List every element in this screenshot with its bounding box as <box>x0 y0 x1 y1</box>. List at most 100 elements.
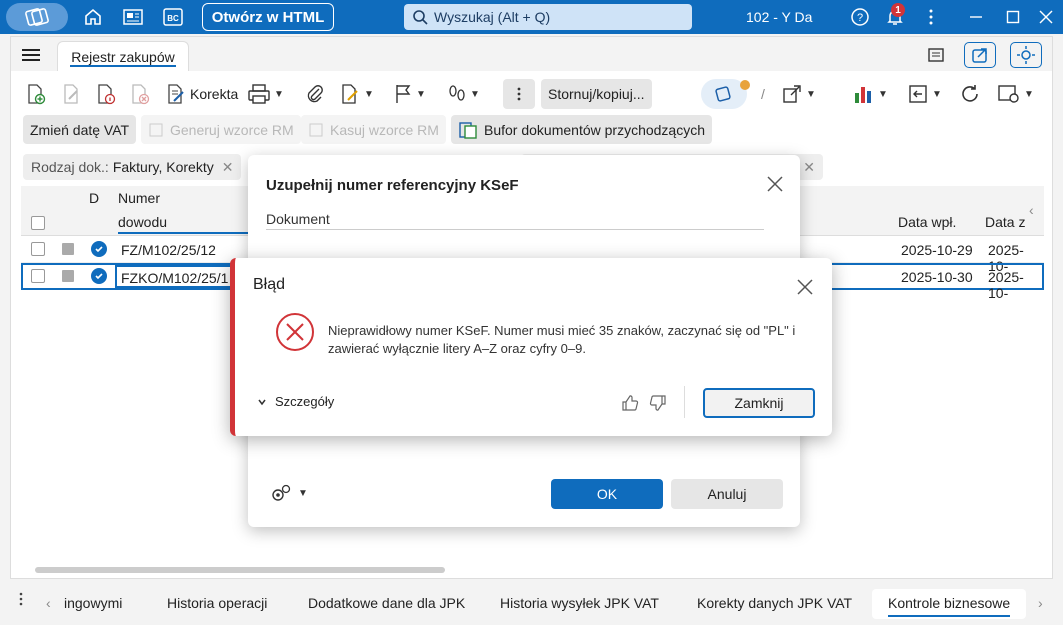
open-in-html-button[interactable]: Otwórz w HTML <box>202 3 334 31</box>
close-window-icon[interactable] <box>1035 6 1057 28</box>
close-icon[interactable]: ✕ <box>222 159 234 176</box>
sun-theme-icon[interactable] <box>1010 42 1042 68</box>
column-number[interactable]: Numer <box>118 190 160 206</box>
home-icon[interactable] <box>78 4 108 30</box>
drag-handle-icon[interactable] <box>18 591 24 610</box>
tab-jpk-corrections[interactable]: Korekty danych JPK VAT <box>697 595 852 611</box>
company-selector[interactable]: 102 - Y Da <box>746 9 812 25</box>
maximize-icon[interactable] <box>1002 6 1024 28</box>
dialog-settings-button[interactable]: ▼ <box>270 483 308 503</box>
search-input[interactable]: Wyszukaj (Alt + Q) <box>404 4 692 30</box>
incoming-buffer-button[interactable]: Bufor dokumentów przychodzących <box>451 115 712 144</box>
news-icon[interactable] <box>118 4 148 30</box>
column-date-2[interactable]: Data z <box>985 214 1025 230</box>
cancel-button[interactable]: Anuluj <box>671 479 783 509</box>
error-x-icon <box>275 312 315 355</box>
column-number-sub[interactable]: dowodu <box>118 214 167 230</box>
thumbs-up-icon[interactable] <box>621 394 639 415</box>
refresh-icon[interactable] <box>959 79 981 109</box>
edit-document-icon <box>61 79 83 109</box>
print-button[interactable]: ▼ <box>247 79 284 109</box>
chevron-down-icon: ▼ <box>470 88 480 100</box>
sort-indicator <box>118 232 258 234</box>
chevron-down-icon: ▼ <box>364 88 374 100</box>
storno-copy-button[interactable]: Stornuj/kopiuj... <box>541 79 652 109</box>
chevron-down-icon: ▼ <box>932 88 942 100</box>
attachment-icon[interactable] <box>305 79 325 109</box>
import-icon <box>909 85 927 103</box>
row-marker <box>62 270 74 282</box>
export-icon <box>783 85 801 103</box>
settings-gear-icon <box>998 85 1019 103</box>
chevron-right-icon[interactable]: › <box>1038 595 1043 611</box>
chart-button[interactable]: ▼ <box>853 79 888 109</box>
minimize-icon[interactable] <box>965 6 987 28</box>
chevron-down-icon: ▼ <box>298 487 308 499</box>
list-settings-icon[interactable] <box>921 42 953 68</box>
details-toggle[interactable]: Szczegóły <box>257 394 334 409</box>
filter-value: Faktury, Korekty <box>112 159 214 175</box>
app-logo-icon[interactable] <box>6 3 68 31</box>
bc-icon[interactable]: BC <box>158 4 188 30</box>
generate-rm-label: Generuj wzorce RM <box>170 121 294 138</box>
tab-history[interactable]: Historia operacji <box>167 595 267 611</box>
share-icon[interactable] <box>964 42 996 68</box>
row-checkbox[interactable] <box>31 242 45 256</box>
more-actions-button[interactable] <box>503 79 535 109</box>
chevron-left-icon[interactable]: ‹ <box>46 595 51 611</box>
help-icon[interactable]: ? <box>849 6 871 28</box>
add-document-icon[interactable] <box>25 79 47 109</box>
delete-document-icon <box>129 79 151 109</box>
change-vat-date-button[interactable]: Zmień datę VAT <box>23 115 137 144</box>
footsteps-button[interactable]: ▼ <box>447 79 480 109</box>
close-button[interactable]: Zamknij <box>703 388 815 418</box>
chevron-down-icon: ▼ <box>806 88 816 100</box>
separator-slash: / <box>761 86 765 102</box>
column-date-in[interactable]: Data wpł. <box>898 214 956 230</box>
delete-icon <box>309 123 323 136</box>
correction-icon <box>168 84 184 104</box>
footsteps-icon <box>449 85 465 101</box>
import-button[interactable]: ▼ <box>907 79 942 109</box>
document-info-icon[interactable] <box>95 79 117 109</box>
tab-jpk-history[interactable]: Historia wysyłek JPK VAT <box>500 595 659 611</box>
chevron-left-icon[interactable]: ‹ <box>1029 202 1034 218</box>
ok-button[interactable]: OK <box>551 479 663 509</box>
svg-text:?: ? <box>857 12 863 24</box>
tab-bottom-1[interactable]: ingowymi <box>64 595 122 611</box>
row-checkbox[interactable] <box>31 269 45 283</box>
column-d[interactable]: D <box>89 190 99 206</box>
tab-jpk-data[interactable]: Dodatkowe dane dla JPK <box>308 595 465 611</box>
chevron-down-icon: ▼ <box>878 88 888 100</box>
thumbs-down-icon[interactable] <box>649 394 667 415</box>
select-all-checkbox[interactable] <box>31 216 45 230</box>
close-icon[interactable] <box>766 175 784 193</box>
dialog-title: Uzupełnij numer referencyjny KSeF <box>266 177 519 194</box>
divider <box>684 386 685 418</box>
delete-rm-label: Kasuj wzorce RM <box>330 121 439 138</box>
row-date-in: 2025-10-30 <box>901 269 973 285</box>
flag-icon <box>396 85 411 103</box>
export-button[interactable]: ▼ <box>781 79 816 109</box>
generate-rm-button: Generuj wzorce RM <box>141 115 301 144</box>
error-message: Nieprawidłowy numer KSeF. Numer musi mie… <box>328 323 796 356</box>
close-icon[interactable]: ✕ <box>803 159 815 176</box>
main-toolbar: Korekta ▼ ▼ ▼ ▼ Stornuj/kopiuj... / ▼ ▼ … <box>11 79 1052 109</box>
filter-chip-doc-type[interactable]: Rodzaj dok.: Faktury, Korekty ✕ <box>23 154 242 180</box>
svg-text:BC: BC <box>167 14 179 23</box>
correction-button[interactable]: Korekta <box>165 79 238 109</box>
horizontal-scrollbar[interactable] <box>35 567 445 573</box>
delete-rm-button: Kasuj wzorce RM <box>301 115 446 144</box>
filter-bar: Rodzaj dok.: Faktury, Korekty ✕ <box>23 154 242 180</box>
bottom-tabs: ‹ ingowymi Historia operacji Dodatkowe d… <box>0 583 1063 625</box>
tab-business-controls[interactable]: Kontrole biznesowe <box>872 589 1027 619</box>
tab-strip: Rejestr zakupów <box>11 37 1052 71</box>
approve-document-button[interactable]: ▼ <box>339 79 374 109</box>
close-icon[interactable] <box>796 278 814 299</box>
more-vertical-icon[interactable] <box>920 6 942 28</box>
tab-purchase-register[interactable]: Rejestr zakupów <box>57 41 189 71</box>
incoming-buffer-label: Bufor dokumentów przychodzących <box>484 121 705 138</box>
hamburger-menu-icon[interactable] <box>21 47 41 63</box>
flag-button[interactable]: ▼ <box>393 79 426 109</box>
view-settings-button[interactable]: ▼ <box>997 79 1034 109</box>
